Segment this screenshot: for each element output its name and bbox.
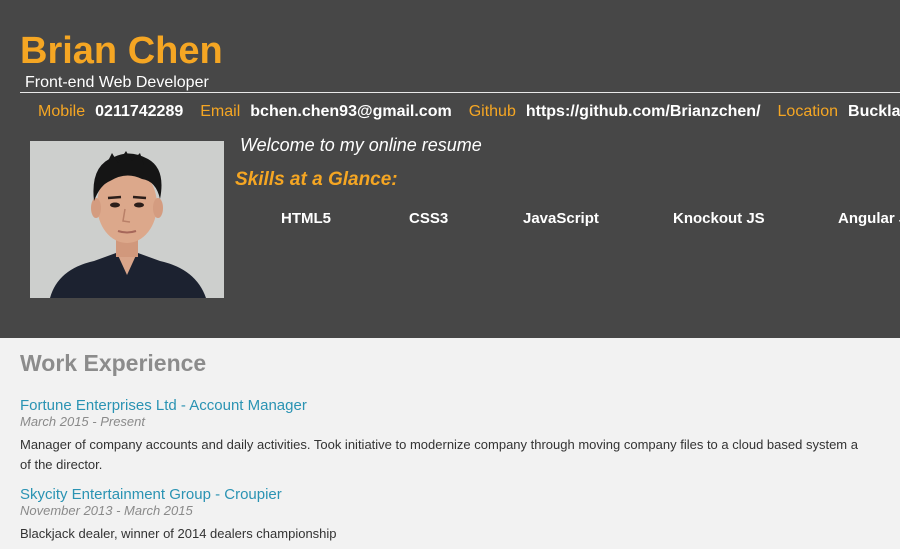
job-description: Blackjack dealer, winner of 2014 dealers… [20, 526, 337, 541]
welcome-text: Welcome to my online resume [240, 135, 482, 155]
header-divider [20, 92, 900, 93]
skill-item: HTML5 [281, 210, 331, 227]
job-title-link[interactable]: Skycity Entertainment Group - Croupier [20, 486, 282, 503]
job-description-continued: of the director. [20, 457, 103, 472]
contact-mobile-value: 0211742289 [95, 103, 184, 120]
contact-location-label: Location [777, 103, 839, 120]
contact-github-label: Github [468, 103, 516, 120]
portrait-illustration [30, 141, 224, 298]
job-dates: November 2013 - March 2015 [20, 503, 193, 518]
contact-github-link[interactable]: https://github.com/Brianzchen/ [526, 103, 761, 121]
skill-item: JavaScript [523, 210, 599, 227]
contact-email-value[interactable]: bchen.chen93@gmail.com [250, 103, 451, 121]
contact-mobile-label: Mobile [38, 103, 86, 120]
work-experience-heading: Work Experience [20, 350, 207, 376]
skill-item: CSS3 [409, 210, 449, 227]
job-subtitle: Front-end Web Developer [25, 74, 209, 91]
job-dates: March 2015 - Present [20, 414, 146, 429]
job-description: Manager of company accounts and daily ac… [20, 437, 858, 452]
contact-bar: Mobile 0211742289 Email bchen.chen93@gma… [38, 103, 900, 123]
profile-photo [30, 141, 224, 298]
skill-item: Knockout JS [673, 210, 765, 227]
contact-location-value: Bucklands B [848, 103, 900, 120]
contact-github: Github https://github.com/Brianzchen/ [469, 103, 761, 121]
page-title: Brian Chen [20, 30, 223, 72]
skill-item: Angular J [838, 210, 900, 227]
skills-heading: Skills at a Glance: [235, 169, 398, 190]
contact-location: Location Bucklands B [778, 103, 900, 121]
contact-mobile: Mobile 0211742289 [38, 103, 183, 121]
contact-email-label: Email [200, 103, 241, 120]
job-title-link[interactable]: Fortune Enterprises Ltd - Account Manage… [20, 397, 307, 414]
contact-email: Email bchen.chen93@gmail.com [200, 103, 451, 121]
header-section: Brian Chen Front-end Web Developer Mobil… [0, 0, 900, 338]
